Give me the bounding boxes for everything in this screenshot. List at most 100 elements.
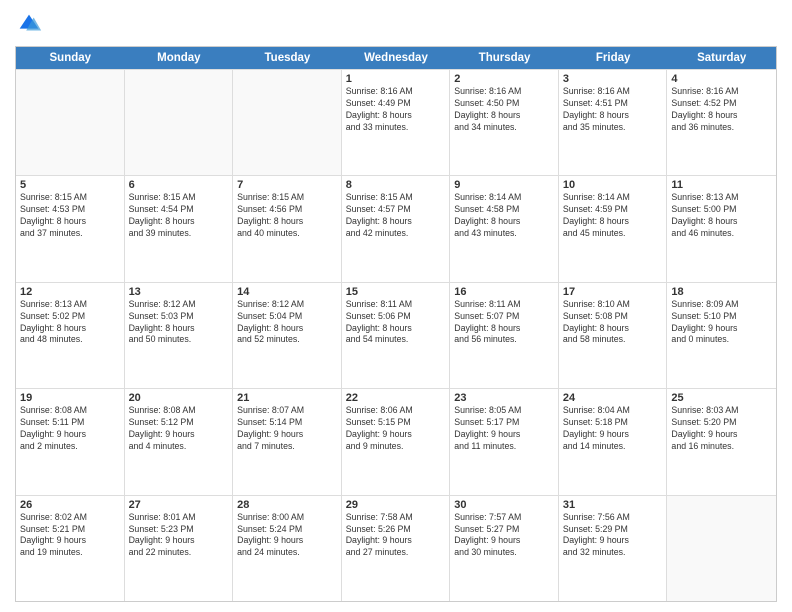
calendar-row: 5Sunrise: 8:15 AM Sunset: 4:53 PM Daylig… xyxy=(16,175,776,281)
weekday-header: Tuesday xyxy=(233,47,342,69)
day-number: 31 xyxy=(563,499,663,511)
day-number: 17 xyxy=(563,286,663,298)
calendar-cell: 22Sunrise: 8:06 AM Sunset: 5:15 PM Dayli… xyxy=(342,389,451,494)
calendar-cell xyxy=(667,496,776,601)
cell-content: Sunrise: 8:14 AM Sunset: 4:58 PM Dayligh… xyxy=(454,192,554,240)
cell-content: Sunrise: 8:08 AM Sunset: 5:11 PM Dayligh… xyxy=(20,405,120,453)
day-number: 8 xyxy=(346,179,446,191)
cell-content: Sunrise: 8:16 AM Sunset: 4:49 PM Dayligh… xyxy=(346,86,446,134)
calendar-cell: 25Sunrise: 8:03 AM Sunset: 5:20 PM Dayli… xyxy=(667,389,776,494)
cell-content: Sunrise: 7:58 AM Sunset: 5:26 PM Dayligh… xyxy=(346,512,446,560)
cell-content: Sunrise: 8:02 AM Sunset: 5:21 PM Dayligh… xyxy=(20,512,120,560)
calendar-cell: 28Sunrise: 8:00 AM Sunset: 5:24 PM Dayli… xyxy=(233,496,342,601)
calendar-header: SundayMondayTuesdayWednesdayThursdayFrid… xyxy=(16,47,776,69)
cell-content: Sunrise: 8:03 AM Sunset: 5:20 PM Dayligh… xyxy=(671,405,772,453)
page: SundayMondayTuesdayWednesdayThursdayFrid… xyxy=(0,0,792,612)
cell-content: Sunrise: 8:06 AM Sunset: 5:15 PM Dayligh… xyxy=(346,405,446,453)
day-number: 23 xyxy=(454,392,554,404)
calendar-body: 1Sunrise: 8:16 AM Sunset: 4:49 PM Daylig… xyxy=(16,69,776,601)
weekday-header: Sunday xyxy=(16,47,125,69)
cell-content: Sunrise: 8:11 AM Sunset: 5:07 PM Dayligh… xyxy=(454,299,554,347)
cell-content: Sunrise: 8:15 AM Sunset: 4:57 PM Dayligh… xyxy=(346,192,446,240)
day-number: 15 xyxy=(346,286,446,298)
logo xyxy=(15,10,47,38)
calendar-cell: 23Sunrise: 8:05 AM Sunset: 5:17 PM Dayli… xyxy=(450,389,559,494)
day-number: 4 xyxy=(671,73,772,85)
day-number: 19 xyxy=(20,392,120,404)
logo-icon xyxy=(15,10,43,38)
calendar-cell: 27Sunrise: 8:01 AM Sunset: 5:23 PM Dayli… xyxy=(125,496,234,601)
header xyxy=(15,10,777,38)
calendar-cell: 19Sunrise: 8:08 AM Sunset: 5:11 PM Dayli… xyxy=(16,389,125,494)
calendar-cell: 20Sunrise: 8:08 AM Sunset: 5:12 PM Dayli… xyxy=(125,389,234,494)
cell-content: Sunrise: 8:12 AM Sunset: 5:04 PM Dayligh… xyxy=(237,299,337,347)
calendar-cell: 17Sunrise: 8:10 AM Sunset: 5:08 PM Dayli… xyxy=(559,283,668,388)
calendar-row: 26Sunrise: 8:02 AM Sunset: 5:21 PM Dayli… xyxy=(16,495,776,601)
calendar-cell: 9Sunrise: 8:14 AM Sunset: 4:58 PM Daylig… xyxy=(450,176,559,281)
calendar-cell: 16Sunrise: 8:11 AM Sunset: 5:07 PM Dayli… xyxy=(450,283,559,388)
weekday-header: Saturday xyxy=(667,47,776,69)
day-number: 24 xyxy=(563,392,663,404)
calendar-row: 12Sunrise: 8:13 AM Sunset: 5:02 PM Dayli… xyxy=(16,282,776,388)
day-number: 3 xyxy=(563,73,663,85)
calendar-row: 19Sunrise: 8:08 AM Sunset: 5:11 PM Dayli… xyxy=(16,388,776,494)
weekday-header: Monday xyxy=(125,47,234,69)
calendar-cell xyxy=(233,70,342,175)
day-number: 1 xyxy=(346,73,446,85)
calendar-cell: 13Sunrise: 8:12 AM Sunset: 5:03 PM Dayli… xyxy=(125,283,234,388)
day-number: 30 xyxy=(454,499,554,511)
weekday-header: Friday xyxy=(559,47,668,69)
calendar-cell: 3Sunrise: 8:16 AM Sunset: 4:51 PM Daylig… xyxy=(559,70,668,175)
day-number: 13 xyxy=(129,286,229,298)
day-number: 16 xyxy=(454,286,554,298)
day-number: 21 xyxy=(237,392,337,404)
day-number: 6 xyxy=(129,179,229,191)
day-number: 18 xyxy=(671,286,772,298)
day-number: 10 xyxy=(563,179,663,191)
calendar-cell: 12Sunrise: 8:13 AM Sunset: 5:02 PM Dayli… xyxy=(16,283,125,388)
calendar: SundayMondayTuesdayWednesdayThursdayFrid… xyxy=(15,46,777,602)
cell-content: Sunrise: 7:56 AM Sunset: 5:29 PM Dayligh… xyxy=(563,512,663,560)
cell-content: Sunrise: 8:07 AM Sunset: 5:14 PM Dayligh… xyxy=(237,405,337,453)
cell-content: Sunrise: 8:09 AM Sunset: 5:10 PM Dayligh… xyxy=(671,299,772,347)
day-number: 28 xyxy=(237,499,337,511)
calendar-cell: 10Sunrise: 8:14 AM Sunset: 4:59 PM Dayli… xyxy=(559,176,668,281)
calendar-cell xyxy=(125,70,234,175)
weekday-header: Wednesday xyxy=(342,47,451,69)
calendar-cell: 4Sunrise: 8:16 AM Sunset: 4:52 PM Daylig… xyxy=(667,70,776,175)
calendar-cell: 31Sunrise: 7:56 AM Sunset: 5:29 PM Dayli… xyxy=(559,496,668,601)
cell-content: Sunrise: 8:16 AM Sunset: 4:52 PM Dayligh… xyxy=(671,86,772,134)
calendar-cell: 30Sunrise: 7:57 AM Sunset: 5:27 PM Dayli… xyxy=(450,496,559,601)
day-number: 7 xyxy=(237,179,337,191)
cell-content: Sunrise: 8:16 AM Sunset: 4:51 PM Dayligh… xyxy=(563,86,663,134)
day-number: 12 xyxy=(20,286,120,298)
weekday-header: Thursday xyxy=(450,47,559,69)
cell-content: Sunrise: 8:16 AM Sunset: 4:50 PM Dayligh… xyxy=(454,86,554,134)
day-number: 2 xyxy=(454,73,554,85)
cell-content: Sunrise: 8:12 AM Sunset: 5:03 PM Dayligh… xyxy=(129,299,229,347)
cell-content: Sunrise: 8:04 AM Sunset: 5:18 PM Dayligh… xyxy=(563,405,663,453)
calendar-cell: 21Sunrise: 8:07 AM Sunset: 5:14 PM Dayli… xyxy=(233,389,342,494)
calendar-cell: 24Sunrise: 8:04 AM Sunset: 5:18 PM Dayli… xyxy=(559,389,668,494)
day-number: 29 xyxy=(346,499,446,511)
calendar-cell: 26Sunrise: 8:02 AM Sunset: 5:21 PM Dayli… xyxy=(16,496,125,601)
day-number: 11 xyxy=(671,179,772,191)
day-number: 27 xyxy=(129,499,229,511)
calendar-cell: 14Sunrise: 8:12 AM Sunset: 5:04 PM Dayli… xyxy=(233,283,342,388)
calendar-cell: 6Sunrise: 8:15 AM Sunset: 4:54 PM Daylig… xyxy=(125,176,234,281)
cell-content: Sunrise: 8:11 AM Sunset: 5:06 PM Dayligh… xyxy=(346,299,446,347)
cell-content: Sunrise: 8:08 AM Sunset: 5:12 PM Dayligh… xyxy=(129,405,229,453)
day-number: 22 xyxy=(346,392,446,404)
cell-content: Sunrise: 8:15 AM Sunset: 4:54 PM Dayligh… xyxy=(129,192,229,240)
day-number: 9 xyxy=(454,179,554,191)
calendar-cell: 11Sunrise: 8:13 AM Sunset: 5:00 PM Dayli… xyxy=(667,176,776,281)
calendar-cell: 8Sunrise: 8:15 AM Sunset: 4:57 PM Daylig… xyxy=(342,176,451,281)
cell-content: Sunrise: 8:01 AM Sunset: 5:23 PM Dayligh… xyxy=(129,512,229,560)
day-number: 14 xyxy=(237,286,337,298)
calendar-cell: 2Sunrise: 8:16 AM Sunset: 4:50 PM Daylig… xyxy=(450,70,559,175)
cell-content: Sunrise: 8:10 AM Sunset: 5:08 PM Dayligh… xyxy=(563,299,663,347)
calendar-cell: 29Sunrise: 7:58 AM Sunset: 5:26 PM Dayli… xyxy=(342,496,451,601)
calendar-cell: 1Sunrise: 8:16 AM Sunset: 4:49 PM Daylig… xyxy=(342,70,451,175)
calendar-cell: 18Sunrise: 8:09 AM Sunset: 5:10 PM Dayli… xyxy=(667,283,776,388)
day-number: 25 xyxy=(671,392,772,404)
